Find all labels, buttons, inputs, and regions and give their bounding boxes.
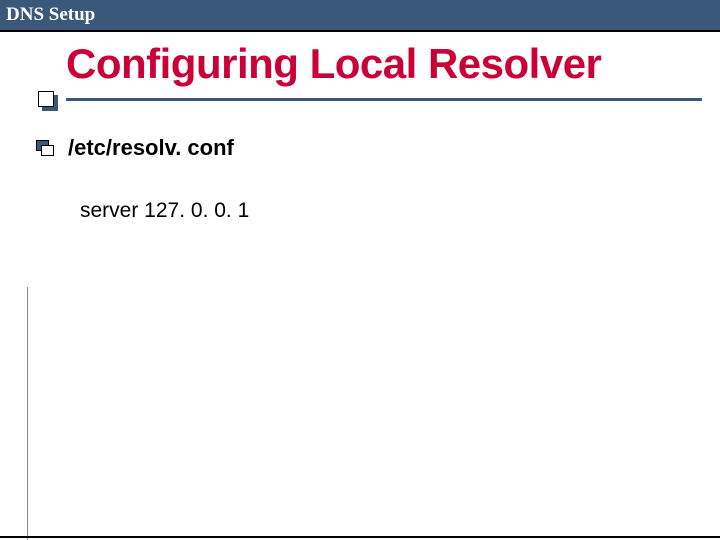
window-stack-icon <box>36 140 54 156</box>
slide-content: /etc/resolv. conf server 127. 0. 0. 1 <box>66 135 676 223</box>
bullet-row: /etc/resolv. conf <box>66 135 676 161</box>
bottom-border <box>0 536 720 538</box>
body-text: server 127. 0. 0. 1 <box>80 199 676 223</box>
title-underline <box>66 98 702 101</box>
bullet-text: /etc/resolv. conf <box>68 135 234 161</box>
left-margin-line <box>27 287 28 540</box>
header-bar: DNS Setup <box>0 0 720 32</box>
slide-title: Configuring Local Resolver <box>66 40 720 88</box>
header-title: DNS Setup <box>6 4 95 26</box>
slide-area: Configuring Local Resolver /etc/resolv. … <box>0 32 720 223</box>
underline-decor-box <box>38 91 54 107</box>
